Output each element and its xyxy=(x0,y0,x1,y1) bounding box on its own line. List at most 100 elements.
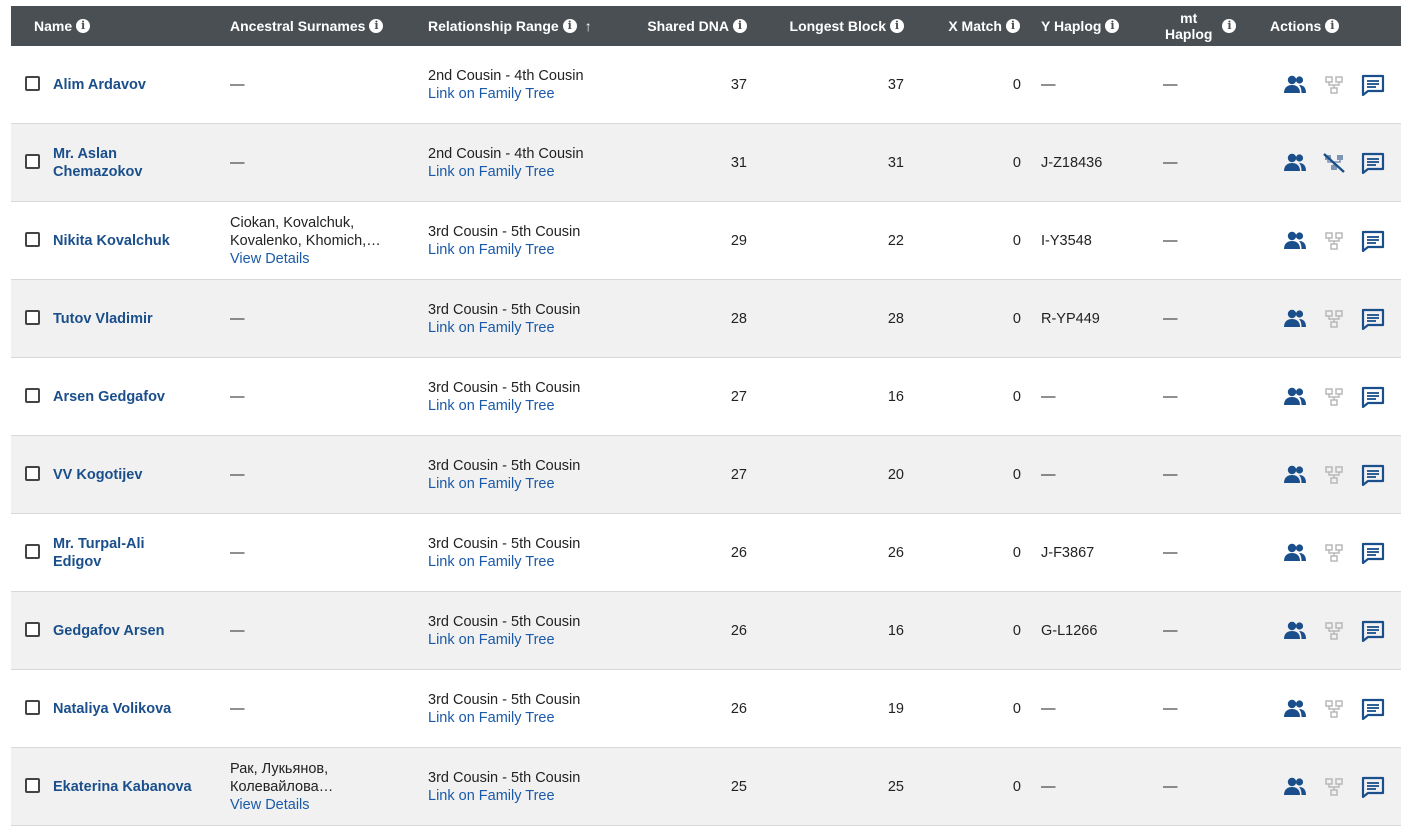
info-icon[interactable]: i xyxy=(1222,19,1237,33)
tree-unavailable-icon[interactable] xyxy=(1321,152,1347,174)
x-match-value: 0 xyxy=(1012,388,1021,405)
select-checkbox[interactable] xyxy=(25,622,40,637)
match-name-link[interactable]: Nikita Kovalchuk xyxy=(53,232,170,250)
column-header-x-match[interactable]: X Match i xyxy=(911,6,1020,46)
match-name-line1: Tutov Vladimir xyxy=(53,310,153,327)
info-icon[interactable]: i xyxy=(1006,19,1020,33)
message-icon[interactable] xyxy=(1360,776,1386,798)
header-label-line2: Haplog xyxy=(1165,26,1213,42)
family-tree-link[interactable]: Link on Family Tree xyxy=(428,787,580,805)
match-name-link[interactable]: Arsen Gedgafov xyxy=(53,388,165,406)
shared-matches-icon[interactable] xyxy=(1282,776,1308,798)
select-checkbox[interactable] xyxy=(25,154,40,169)
family-tree-link[interactable]: Link on Family Tree xyxy=(428,631,580,649)
family-tree-link[interactable]: Link on Family Tree xyxy=(428,475,580,493)
longest-block-value: 26 xyxy=(887,544,904,561)
y-haplog-value: — xyxy=(1041,466,1056,483)
shared-matches-icon[interactable] xyxy=(1282,386,1308,408)
column-header-relationship[interactable]: Relationship Range i ↑ xyxy=(428,6,592,46)
surnames-line1: Ciokan, Kovalchuk, xyxy=(230,214,355,231)
family-tree-icon[interactable] xyxy=(1321,464,1347,486)
info-icon[interactable]: i xyxy=(76,19,91,33)
family-tree-icon[interactable] xyxy=(1321,74,1347,96)
family-tree-link[interactable]: Link on Family Tree xyxy=(428,241,580,259)
surnames-line1: — xyxy=(230,700,245,717)
family-tree-icon[interactable] xyxy=(1321,542,1347,564)
match-name-link[interactable]: Alim Ardavov xyxy=(53,76,146,94)
message-icon[interactable] xyxy=(1360,620,1386,642)
surnames-line1: — xyxy=(230,622,245,639)
shared-matches-icon[interactable] xyxy=(1282,308,1308,330)
select-checkbox[interactable] xyxy=(25,466,40,481)
column-header-y-haplog[interactable]: Y Haplog i xyxy=(1041,6,1120,46)
select-checkbox[interactable] xyxy=(25,310,40,325)
family-tree-link[interactable]: Link on Family Tree xyxy=(428,709,580,727)
view-details-link[interactable]: View Details xyxy=(230,796,333,814)
family-tree-icon[interactable] xyxy=(1321,620,1347,642)
family-tree-icon[interactable] xyxy=(1321,230,1347,252)
column-header-mt-haplog[interactable]: mt Haplog i xyxy=(1165,6,1237,46)
message-icon[interactable] xyxy=(1360,74,1386,96)
message-icon[interactable] xyxy=(1360,152,1386,174)
info-icon[interactable]: i xyxy=(562,19,577,33)
message-icon[interactable] xyxy=(1360,386,1386,408)
relationship-cell: 3rd Cousin - 5th Cousin Link on Family Tr… xyxy=(428,202,618,279)
info-icon[interactable]: i xyxy=(733,19,747,33)
match-name-link[interactable]: Nataliya Volikova xyxy=(53,700,171,718)
message-icon[interactable] xyxy=(1360,542,1386,564)
match-name-line1: Mr. Turpal-Ali xyxy=(53,535,145,552)
shared-matches-icon[interactable] xyxy=(1282,542,1308,564)
family-tree-icon[interactable] xyxy=(1321,698,1347,720)
name-cell: Mr. Aslan Chemazokov xyxy=(53,124,223,201)
match-name-link[interactable]: VV Kogotijev xyxy=(53,466,142,484)
select-checkbox[interactable] xyxy=(25,778,40,793)
relationship-range: 3rd Cousin - 5th Cousin xyxy=(428,535,581,552)
column-header-surnames[interactable]: Ancestral Surnames i xyxy=(230,6,384,46)
family-tree-icon[interactable] xyxy=(1321,776,1347,798)
longest-block-value: 37 xyxy=(887,76,904,93)
family-tree-link[interactable]: Link on Family Tree xyxy=(428,85,584,103)
match-name-link[interactable]: Gedgafov Arsen xyxy=(53,622,164,640)
match-name-link[interactable]: Ekaterina Kabanova xyxy=(53,778,192,796)
longest-block-value: 19 xyxy=(887,700,904,717)
shared-matches-icon[interactable] xyxy=(1282,74,1308,96)
message-icon[interactable] xyxy=(1360,230,1386,252)
select-checkbox[interactable] xyxy=(25,544,40,559)
select-checkbox[interactable] xyxy=(25,700,40,715)
match-name-link[interactable]: Tutov Vladimir xyxy=(53,310,153,328)
family-tree-icon[interactable] xyxy=(1321,386,1347,408)
shared-matches-icon[interactable] xyxy=(1282,230,1308,252)
family-tree-link[interactable]: Link on Family Tree xyxy=(428,319,580,337)
name-cell: Nataliya Volikova xyxy=(53,670,223,747)
view-details-link[interactable]: View Details xyxy=(230,250,381,268)
message-icon[interactable] xyxy=(1360,698,1386,720)
surnames-line1: — xyxy=(230,544,245,561)
sort-arrow-up-icon[interactable]: ↑ xyxy=(585,18,592,34)
family-tree-link[interactable]: Link on Family Tree xyxy=(428,163,584,181)
info-icon[interactable]: i xyxy=(890,19,904,33)
select-checkbox[interactable] xyxy=(25,388,40,403)
match-name-link[interactable]: Mr. Turpal-Ali Edigov xyxy=(53,535,145,571)
family-tree-link[interactable]: Link on Family Tree xyxy=(428,553,580,571)
shared-matches-icon[interactable] xyxy=(1282,464,1308,486)
shared-matches-icon[interactable] xyxy=(1282,620,1308,642)
message-icon[interactable] xyxy=(1360,464,1386,486)
shared-matches-icon[interactable] xyxy=(1282,152,1308,174)
column-header-shared-dna[interactable]: Shared DNA i xyxy=(611,6,747,46)
relationship-range: 2nd Cousin - 4th Cousin xyxy=(428,67,584,84)
family-tree-icon[interactable] xyxy=(1321,308,1347,330)
mt-haplog-value: — xyxy=(1163,544,1178,561)
select-checkbox[interactable] xyxy=(25,76,40,91)
select-checkbox[interactable] xyxy=(25,232,40,247)
info-icon[interactable]: i xyxy=(1105,19,1120,33)
longest-block-value: 28 xyxy=(887,310,904,327)
shared-matches-icon[interactable] xyxy=(1282,698,1308,720)
table-header: Name i Ancestral Surnames i Relationship R… xyxy=(11,6,1401,46)
info-icon[interactable]: i xyxy=(369,19,384,33)
column-header-name[interactable]: Name i xyxy=(34,6,91,46)
message-icon[interactable] xyxy=(1360,308,1386,330)
column-header-longest-block[interactable]: Longest Block i xyxy=(771,6,904,46)
family-tree-link[interactable]: Link on Family Tree xyxy=(428,397,580,415)
info-icon[interactable]: i xyxy=(1325,19,1340,33)
match-name-link[interactable]: Mr. Aslan Chemazokov xyxy=(53,145,142,181)
